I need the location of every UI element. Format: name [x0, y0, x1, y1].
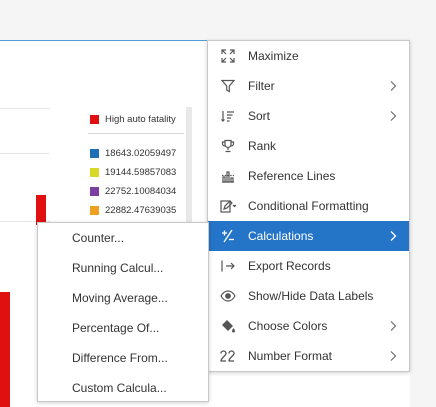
- menu-item-sort[interactable]: Sort: [208, 101, 409, 131]
- chevron-right-icon: [390, 81, 397, 91]
- menu-item-label: Reference Lines: [248, 169, 336, 183]
- submenu-item-percentage-of[interactable]: Percentage Of...: [38, 313, 208, 343]
- submenu-item-label: Percentage Of...: [72, 321, 160, 335]
- chart-bar[interactable]: [36, 195, 46, 225]
- legend-title: High auto fatality: [90, 112, 176, 126]
- legend-title-label: High auto fatality: [105, 113, 176, 125]
- legend-swatch: [90, 205, 99, 215]
- legend-item-label: 22752.10084034: [105, 185, 177, 197]
- legend-item: 22752.10084034: [90, 184, 176, 198]
- menu-item-label: Rank: [248, 139, 277, 153]
- gridline: [0, 108, 50, 109]
- submenu-item-moving-average[interactable]: Moving Average...: [38, 283, 208, 313]
- menu-item-export-records[interactable]: Export Records: [208, 251, 409, 281]
- submenu-item-difference-from[interactable]: Difference From...: [38, 343, 208, 373]
- menu-item-number-format[interactable]: Number Format: [208, 341, 409, 371]
- filter-icon: [220, 78, 236, 94]
- chart-bar[interactable]: [0, 292, 10, 407]
- context-menu: Maximize Filter Sort Rank Reference Line…: [207, 40, 410, 372]
- submenu-item-label: Moving Average...: [72, 291, 168, 305]
- menu-item-label: Sort: [248, 109, 271, 123]
- submenu-item-custom-calculation[interactable]: Custom Calcula...: [38, 373, 208, 403]
- menu-item-label: Filter: [248, 79, 275, 93]
- menu-item-label: Export Records: [248, 259, 331, 273]
- menu-item-conditional-formatting[interactable]: Conditional Formatting: [208, 191, 409, 221]
- submenu-item-label: Running Calcul...: [72, 261, 164, 275]
- menu-item-choose-colors[interactable]: Choose Colors: [208, 311, 409, 341]
- legend-swatch: [90, 148, 99, 158]
- number-format-icon: [220, 348, 236, 364]
- menu-item-calculations[interactable]: Calculations: [208, 221, 409, 251]
- submenu-item-running-calculation[interactable]: Running Calcul...: [38, 253, 208, 283]
- legend-item-label: 18643.02059497: [105, 147, 177, 159]
- chevron-right-icon: [390, 321, 397, 331]
- legend-swatch: [90, 167, 99, 177]
- calculations-submenu: Counter... Running Calcul... Moving Aver…: [37, 222, 209, 402]
- legend-item-label: 22882.47639035: [105, 204, 177, 216]
- submenu-item-counter[interactable]: Counter...: [38, 223, 208, 253]
- trophy-icon: [220, 138, 236, 154]
- legend-item: 19144.59857083: [90, 165, 176, 179]
- menu-item-label: Calculations: [248, 229, 314, 243]
- chevron-right-icon: [390, 231, 397, 241]
- export-icon: [220, 258, 236, 274]
- legend-divider: [88, 133, 184, 134]
- submenu-item-label: Custom Calcula...: [72, 381, 167, 395]
- reference-lines-icon: [220, 168, 236, 184]
- menu-item-reference-lines[interactable]: Reference Lines: [208, 161, 409, 191]
- legend-item-label: 19144.59857083: [105, 166, 177, 178]
- submenu-item-label: Counter...: [72, 231, 125, 245]
- legend-item: 18643.02059497: [90, 146, 176, 160]
- chevron-right-icon: [390, 111, 397, 121]
- submenu-item-label: Difference From...: [72, 351, 168, 365]
- calculations-icon: [220, 228, 236, 244]
- menu-item-show-hide-data-labels[interactable]: Show/Hide Data Labels: [208, 281, 409, 311]
- paint-bucket-icon: [220, 318, 236, 334]
- conditional-formatting-icon: [220, 198, 236, 214]
- gridline: [0, 153, 50, 154]
- eye-icon: [220, 288, 236, 304]
- menu-item-label: Show/Hide Data Labels: [248, 289, 374, 303]
- legend-item: 22882.47639035: [90, 203, 176, 217]
- menu-item-filter[interactable]: Filter: [208, 71, 409, 101]
- legend-swatch: [90, 186, 99, 196]
- legend-swatch: [90, 114, 99, 124]
- chevron-right-icon: [390, 351, 397, 361]
- menu-item-rank[interactable]: Rank: [208, 131, 409, 161]
- maximize-icon: [220, 48, 236, 64]
- menu-item-maximize[interactable]: Maximize: [208, 41, 409, 71]
- sort-icon: [220, 108, 236, 124]
- menu-item-label: Choose Colors: [248, 319, 328, 333]
- menu-item-label: Conditional Formatting: [248, 199, 369, 213]
- menu-item-label: Number Format: [248, 349, 333, 363]
- menu-item-label: Maximize: [248, 49, 299, 63]
